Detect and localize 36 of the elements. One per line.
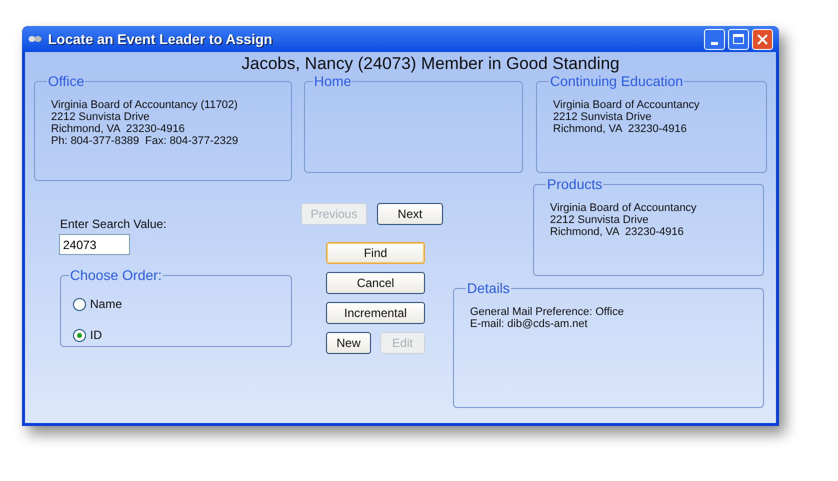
address-line: Virginia Board of Accountancy <box>550 202 698 214</box>
radio-button[interactable] <box>73 328 86 342</box>
close-icon <box>757 34 768 44</box>
address-line: Richmond, VA 23230-4916 <box>553 123 688 135</box>
search-field[interactable]: 24073 <box>59 234 130 255</box>
push-button[interactable]: Next <box>377 203 443 225</box>
field-label: Enter Search Value: <box>60 216 168 233</box>
address-line: Virginia Board of Accountancy (11702) <box>51 99 239 111</box>
radio-label: Name <box>90 296 122 313</box>
address-line: General Mail Preference: Office <box>470 306 625 318</box>
member-heading: Jacobs, Nancy (24073) Member in Good Standing <box>240 53 620 75</box>
group-title: Details <box>466 280 511 296</box>
address-line: 2212 Sunvista Drive <box>51 111 150 123</box>
group-title: Office <box>47 73 86 89</box>
push-button[interactable]: Incremental <box>326 302 425 324</box>
radio-label: ID <box>90 327 102 344</box>
group-title: Home <box>313 73 352 89</box>
address-line: Richmond, VA 23230-4916 <box>51 123 186 135</box>
group-title: Continuing Education <box>549 73 684 89</box>
address-line: E-mail: dib@cds-am.net <box>470 318 589 330</box>
push-button[interactable]: Cancel <box>326 272 425 294</box>
address-line: 2212 Sunvista Drive <box>553 111 652 123</box>
push-button[interactable]: New <box>326 332 371 354</box>
group-title: Products <box>546 176 604 192</box>
address-line: 2212 Sunvista Drive <box>550 214 650 226</box>
address-line: Richmond, VA 23230-4916 <box>550 226 685 238</box>
minimize-button[interactable] <box>704 28 725 50</box>
group-title: Choose Order: <box>69 267 163 283</box>
address-line: Virginia Board of Accountancy <box>553 99 701 111</box>
push-button[interactable]: Find <box>326 242 425 264</box>
window-title: Locate an Event Leader to Assign <box>48 30 272 49</box>
close-button[interactable] <box>752 28 773 50</box>
app-icon <box>28 34 42 44</box>
address-line: Ph: 804-377-8389 Fax: 804-377-2329 <box>51 135 240 147</box>
radio-button[interactable] <box>73 298 86 310</box>
maximize-button[interactable] <box>728 28 749 50</box>
